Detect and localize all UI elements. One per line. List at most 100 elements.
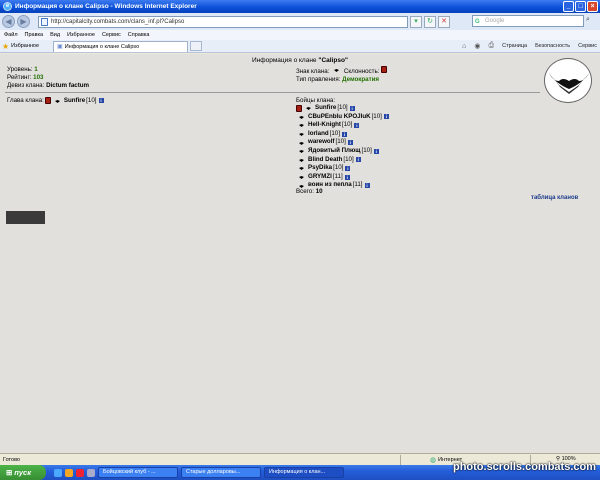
info-icon[interactable]: i [364,183,370,189]
page-content: Информация о клане "Calipso" Уровень: 1 … [0,54,600,453]
fighter-name[interactable]: warewolf [308,138,334,147]
alignment-icon [381,66,388,73]
fighters-heading: Бойцы клана: [296,97,336,104]
info-icon[interactable]: i [354,122,360,128]
menu-file[interactable]: Файл [4,32,18,38]
status-separator [400,455,401,465]
info-icon[interactable]: i [383,114,389,120]
info-icon[interactable]: i [341,131,347,137]
fighter-level: [10] [333,164,344,172]
fighter-name[interactable]: Iorland [308,130,329,139]
refresh-icon[interactable]: ↻ [424,15,436,28]
taskbar-item[interactable]: Старые долларовы... [181,467,261,478]
feeds-icon[interactable]: ◉ [474,42,480,50]
head-name[interactable]: Sunfire [64,97,85,104]
close-button[interactable]: × [587,1,598,12]
menu-view[interactable]: Вид [50,32,60,38]
clans-table-link[interactable]: таблица кланов [531,195,578,201]
star-icon: ★ [2,41,10,51]
clan-properties: Знак клана: Склонность: Тип правления: Д… [296,66,388,84]
address-url: http://capitalcity.combats.com/clans_inf… [51,18,185,25]
minimize-button[interactable]: _ [563,1,574,12]
info-icon[interactable]: i [345,165,351,171]
fighter-level: [10] [342,121,353,129]
info-icon[interactable]: i [373,148,379,154]
start-button[interactable]: ⊞ пуск [0,465,46,480]
maximize-button[interactable]: □ [575,1,586,12]
page-menu[interactable]: Страница [502,43,527,49]
tab-clan-info[interactable]: ▣ Информация о клане Calipso [53,40,189,52]
divider [5,92,540,93]
fighter-name[interactable]: GRYMZI [308,173,332,182]
print-icon[interactable]: ⎙ [489,42,495,50]
counter-badge[interactable] [6,211,45,224]
home-icon[interactable]: ⌂ [462,43,466,50]
menu-help[interactable]: Справка [128,32,150,38]
menu-edit[interactable]: Правка [25,32,44,38]
stop-icon[interactable]: ✕ [438,15,450,28]
tools-menu[interactable]: Сервис [578,43,597,49]
address-bar[interactable]: http://capitalcity.combats.com/clans_inf… [38,15,408,28]
taskbar-item[interactable]: Бойцовский клуб - ... [98,467,178,478]
favorites-row: ★ Избранное ▣ Информация о клане Calipso… [0,40,600,53]
menu-favorites[interactable]: Избранное [67,32,95,38]
fighter-level: [11] [332,172,343,180]
clan-sign-icon [296,166,307,171]
ie-icon[interactable] [54,468,62,477]
window-title: Информация о клане Calipso - Windows Int… [15,3,197,10]
alignment-icon [296,104,302,112]
clan-sign-icon [331,68,342,72]
fighter-name[interactable]: Blind Death [308,156,342,165]
fighter-name[interactable]: Sunfire [315,104,336,113]
clan-sign-icon [296,114,307,119]
info-icon[interactable]: i [98,98,104,103]
bat-wings-icon [549,73,589,94]
clan-sign-icon [296,175,307,180]
folder-icon[interactable] [87,468,95,477]
page-title: Информация о клане "Calipso" [251,57,348,64]
list-item: Ядовитый Плющ [10] i [296,147,389,156]
list-item: GRYMZI [11] i [296,173,389,182]
clan-sign-icon [296,123,307,128]
government-type: Демократия [342,76,380,83]
alignment-icon [44,97,51,104]
clan-sign-icon [303,106,314,111]
clan-emblem [544,58,592,103]
clan-sign-icon [296,157,307,162]
address-row: ◀ ▶ http://capitalcity.combats.com/clans… [0,13,600,30]
ie-icon: e [3,2,12,11]
firefox-icon[interactable] [65,468,73,477]
title-bar: e Информация о клане Calipso - Windows I… [0,0,600,13]
search-input[interactable]: G Google [472,15,584,27]
clan-rating: 103 [33,74,44,81]
fighter-level: [10] [343,155,354,163]
info-icon[interactable]: i [349,105,355,111]
fighter-name[interactable]: PsyDika [308,164,332,173]
page-icon [41,17,48,26]
menu-tools[interactable]: Сервис [102,32,121,38]
info-icon[interactable]: i [347,140,353,146]
taskbar-item[interactable]: Информация о клан... [264,467,344,478]
forward-button[interactable]: ▶ [17,15,30,28]
info-icon[interactable]: i [355,157,361,163]
list-item: warewolf [10] i [296,138,389,147]
clan-level: 1 [34,66,38,73]
fighter-level: [10] [361,146,372,154]
list-item: Iorland [10] i [296,130,389,139]
fighter-name[interactable]: CBuPEnblu KPOJIuK [308,113,371,122]
fighter-name[interactable]: Hell-Knight [308,121,341,130]
total-count: 10 [315,188,323,195]
back-button[interactable]: ◀ [2,15,15,28]
opera-icon[interactable] [76,468,84,477]
fighters-total: Всего: 10 [296,188,323,195]
dropdown-arrow-icon[interactable]: ▾ [410,15,422,28]
fighter-level: [10] [335,138,346,146]
safety-menu[interactable]: Безопасность [535,43,570,49]
fighter-name[interactable]: Ядовитый Плющ [308,147,360,156]
search-icon[interactable]: ⌕ [586,16,597,27]
page-icon: ▣ [57,44,63,50]
favorites-button[interactable]: ★ Избранное [2,42,45,51]
browser-window: e Информация о клане Calipso - Windows I… [0,0,600,480]
info-icon[interactable]: i [344,174,350,180]
new-tab-button[interactable] [190,41,203,51]
